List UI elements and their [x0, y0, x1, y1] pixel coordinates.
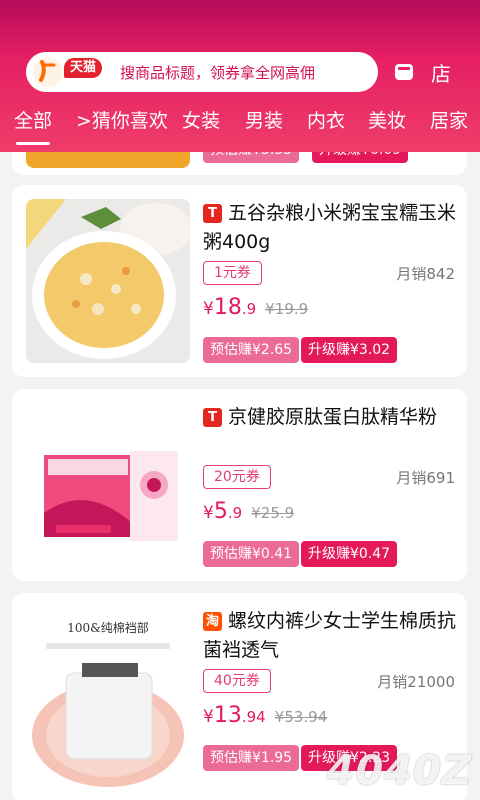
price-decimal: .9	[227, 504, 243, 522]
shop-button[interactable]: 店	[431, 58, 451, 87]
product-card-previous[interactable]: 预估赚¥3.33 升级赚¥6.09	[12, 152, 467, 175]
app-header: 天猫 搜商品标题，领券拿全网高佣 店 全部 >猜你喜欢 女装 男装 内衣 美妆 …	[0, 0, 480, 152]
tmall-cat-icon	[33, 57, 63, 87]
estimated-earning-tag: 预估赚¥1.95	[203, 745, 300, 771]
upgrade-earning-tag: 升级赚¥0.47	[301, 541, 398, 567]
product-feed[interactable]: 预估赚¥3.33 升级赚¥6.09 T五谷杂粮小米粥宝宝糯玉米粥400g	[0, 152, 480, 800]
upgrade-earning-tag: 升级赚¥6.09	[312, 152, 409, 163]
currency-symbol: ¥	[203, 707, 214, 727]
price: ¥18.9 ¥19.9	[203, 295, 308, 320]
currency-symbol: ¥	[203, 299, 214, 319]
tab-all[interactable]: 全部	[14, 106, 52, 145]
product-image-caption: 100&纯棉裆部	[67, 621, 149, 635]
tab-underwear[interactable]: 内衣	[307, 106, 345, 133]
monthly-sales: 月销21000	[377, 673, 455, 691]
coupon-badge[interactable]: 40元券	[203, 669, 271, 693]
product-thumbnail	[26, 403, 190, 567]
category-tabs: 全部 >猜你喜欢 女装 男装 内衣 美妆 居家	[0, 106, 480, 146]
tmall-badge: 天猫	[64, 58, 103, 78]
product-title-text: 螺纹内裤少女士学生棉质抗菌裆透气	[203, 610, 457, 661]
estimated-earning-tag: 预估赚¥2.65	[203, 337, 300, 363]
shop-icon[interactable]	[393, 61, 415, 83]
collagen-box-image	[26, 403, 190, 567]
product-thumbnail: 100&纯棉裆部	[26, 607, 190, 789]
price-decimal: .9	[241, 300, 257, 318]
product-title[interactable]: T 京健胶原肽蛋白肽精华粉	[203, 403, 457, 432]
tmall-platform-icon: T	[203, 204, 222, 223]
product-card[interactable]: T 五谷杂粮小米粥宝宝糯玉米粥400g 1元券 月销842 ¥18.9 ¥19.9…	[12, 185, 467, 377]
product-title[interactable]: T 五谷杂粮小米粥宝宝糯玉米粥400g	[203, 199, 457, 257]
porridge-bowl-image	[26, 199, 190, 363]
price-integer: 13	[213, 703, 242, 728]
product-title-text: 京健胶原肽蛋白肽精华粉	[228, 406, 438, 428]
price: ¥13.94 ¥53.94	[203, 703, 327, 728]
price-integer: 5	[213, 499, 228, 524]
coupon-badge[interactable]: 20元券	[203, 465, 271, 489]
product-thumbnail	[26, 199, 190, 363]
monthly-sales: 月销691	[396, 469, 455, 487]
search-input[interactable]: 天猫 搜商品标题，领券拿全网高佣	[26, 52, 378, 92]
site-watermark-suffix: .com	[427, 787, 452, 798]
original-price: ¥19.9	[265, 300, 309, 318]
tab-home[interactable]: 居家	[430, 106, 468, 133]
estimated-earning-tag: 预估赚¥3.33	[203, 152, 300, 163]
search-placeholder: 搜商品标题，领券拿全网高佣	[120, 64, 316, 82]
tab-beauty[interactable]: 美妆	[368, 106, 406, 133]
product-title-text: 五谷杂粮小米粥宝宝糯玉米粥400g	[203, 202, 457, 253]
upgrade-earning-tag: 升级赚¥3.02	[301, 337, 398, 363]
price-integer: 18	[213, 295, 242, 320]
tmall-platform-icon: T	[203, 408, 222, 427]
tab-womens[interactable]: 女装	[182, 106, 220, 133]
product-title[interactable]: 淘螺纹内裤少女士学生棉质抗菌裆透气	[203, 607, 457, 665]
monthly-sales: 月销842	[396, 265, 455, 283]
original-price: ¥25.9	[251, 504, 295, 522]
price: ¥5.9 ¥25.9	[203, 499, 294, 524]
price-decimal: .94	[241, 708, 266, 726]
tab-guess-you-like[interactable]: >猜你喜欢	[76, 106, 168, 133]
coupon-badge[interactable]: 1元券	[203, 261, 262, 285]
original-price: ¥53.94	[274, 708, 328, 726]
taobao-platform-icon: 淘	[203, 612, 222, 631]
estimated-earning-tag: 预估赚¥0.41	[203, 541, 300, 567]
product-thumbnail-previous	[26, 152, 190, 168]
product-card[interactable]: T 京健胶原肽蛋白肽精华粉 20元券 月销691 ¥5.9 ¥25.9 预估赚¥0…	[12, 389, 467, 581]
currency-symbol: ¥	[203, 503, 214, 523]
search-row: 天猫 搜商品标题，领券拿全网高佣 店	[0, 52, 480, 92]
tab-mens[interactable]: 男装	[245, 106, 283, 133]
status-bar	[0, 0, 480, 40]
